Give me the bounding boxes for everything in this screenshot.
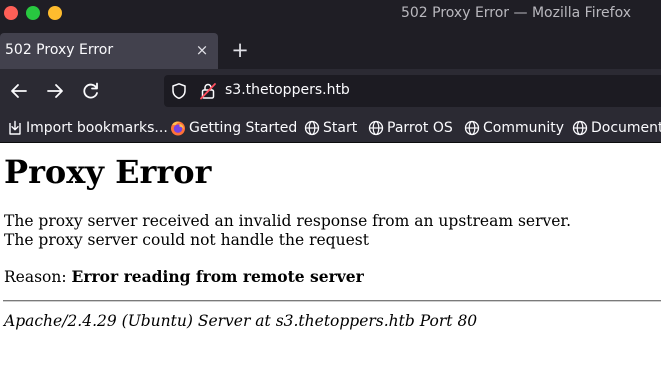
arrow-right-icon xyxy=(47,84,63,98)
bookmark-label: Parrot OS xyxy=(387,120,453,136)
insecure-lock-icon[interactable] xyxy=(199,82,217,100)
shield-icon[interactable] xyxy=(170,82,188,100)
back-button[interactable] xyxy=(8,80,30,102)
reload-icon xyxy=(83,82,98,99)
reason-label: Reason: xyxy=(4,268,72,286)
reload-button[interactable] xyxy=(80,80,102,102)
page-content: Proxy Error The proxy server received an… xyxy=(0,144,661,367)
globe-icon xyxy=(572,120,588,136)
forward-button[interactable] xyxy=(44,80,66,102)
error-message-line-2: The proxy server could not handle the re… xyxy=(4,231,369,249)
bookmark-label: Community xyxy=(483,120,565,136)
tab-title: 502 Proxy Error xyxy=(5,42,114,58)
title-bar: 502 Proxy Error — Mozilla Firefox xyxy=(0,0,661,31)
globe-icon xyxy=(464,120,480,136)
error-reason: Reason: Error reading from remote server xyxy=(4,267,364,287)
tab-proxy-error[interactable]: 502 Proxy Error × xyxy=(0,33,218,69)
page-title: Proxy Error xyxy=(4,153,212,191)
reason-value: Error reading from remote server xyxy=(71,267,364,286)
server-signature: Apache/2.4.29 (Ubuntu) Server at s3.thet… xyxy=(4,312,478,330)
window-close-button[interactable] xyxy=(4,6,18,20)
tab-strip: 502 Proxy Error × + xyxy=(0,31,661,69)
bookmarks-toolbar: Import bookmarks... Getting Started Star… xyxy=(0,113,661,143)
window-maximize-button[interactable] xyxy=(48,6,62,20)
window-minimize-button[interactable] xyxy=(26,6,40,20)
bookmark-label: Getting Started xyxy=(189,120,298,136)
globe-icon xyxy=(304,120,320,136)
globe-icon xyxy=(368,120,384,136)
new-tab-button[interactable]: + xyxy=(229,38,251,62)
bookmark-label: Documentation xyxy=(591,120,661,136)
tab-close-icon[interactable]: × xyxy=(193,40,211,60)
firefox-icon xyxy=(171,121,185,136)
url-text[interactable]: s3.thetoppers.htb xyxy=(225,82,350,98)
navigation-toolbar: s3.thetoppers.htb xyxy=(0,69,661,113)
horizontal-rule xyxy=(3,300,661,302)
window-title: 502 Proxy Error — Mozilla Firefox xyxy=(400,5,631,21)
url-bar[interactable]: s3.thetoppers.htb xyxy=(164,75,661,107)
arrow-left-icon xyxy=(11,84,27,98)
bookmark-label: Import bookmarks... xyxy=(26,120,168,136)
import-icon xyxy=(9,120,21,135)
error-message-line-1: The proxy server received an invalid res… xyxy=(4,212,572,230)
bookmark-label: Start xyxy=(323,120,358,136)
